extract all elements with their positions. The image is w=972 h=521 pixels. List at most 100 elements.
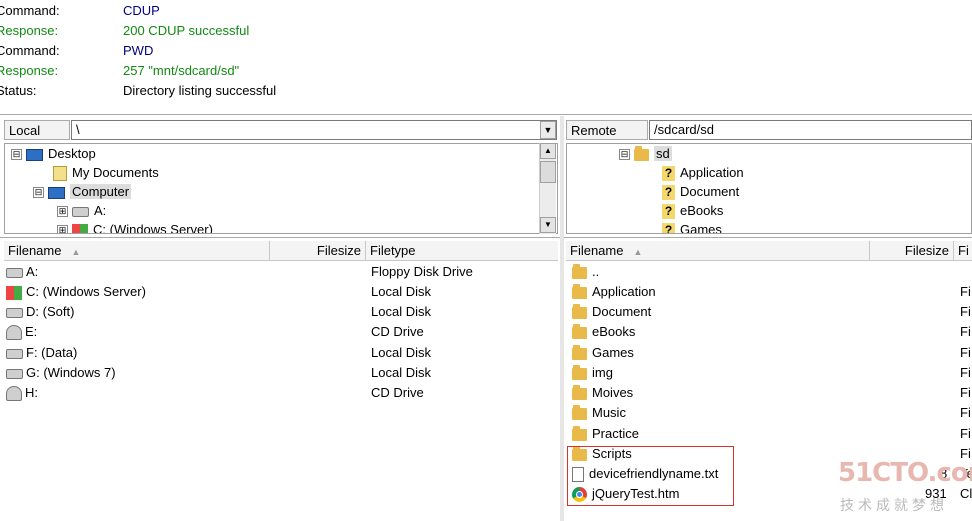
column-filetype[interactable]: Fi	[954, 241, 972, 261]
hard-disk-icon	[6, 348, 23, 359]
cd-drive-icon	[6, 386, 22, 402]
collapse-icon[interactable]: ⊟	[33, 187, 44, 199]
local-tree-scrollbar[interactable]: ▲ ▼	[539, 143, 556, 234]
computer-icon	[48, 186, 65, 199]
tree-item-a[interactable]: ⊞ A:	[57, 201, 106, 220]
file-name: Application	[592, 284, 656, 299]
file-name: E:	[25, 324, 38, 339]
tree-item-label: Computer	[70, 184, 132, 199]
log-key: Status:	[0, 83, 37, 98]
file-name: eBooks	[592, 324, 636, 339]
file-name: A:	[26, 264, 39, 279]
list-item[interactable]: ..	[572, 262, 599, 282]
list-item[interactable]: Moives	[572, 383, 633, 403]
expand-icon[interactable]: ⊞	[57, 206, 68, 218]
highlight-box	[567, 446, 734, 506]
list-item[interactable]: Document	[572, 302, 651, 322]
tree-item-label: My Documents	[72, 165, 159, 180]
local-site-input[interactable]: \	[71, 120, 557, 140]
file-name: img	[592, 365, 613, 380]
sort-ascending-icon: ▲	[633, 247, 643, 257]
scroll-up-button[interactable]: ▲	[540, 143, 556, 159]
file-type: Fi	[960, 405, 971, 420]
watermark-logo: 51CTO.com	[838, 458, 972, 488]
file-type: CD Drive	[371, 385, 424, 400]
file-name: H:	[25, 385, 38, 400]
column-filesize[interactable]: Filesize	[270, 241, 366, 261]
divider	[0, 237, 972, 238]
sort-ascending-icon: ▲	[71, 247, 81, 257]
remote-directory-tree[interactable]: ⊟ sd ? Application ? Document ? eBooks ? Game…	[566, 143, 972, 234]
tree-item-application[interactable]: ? Application	[662, 163, 744, 182]
list-item[interactable]: eBooks	[572, 322, 635, 342]
list-item[interactable]: img	[572, 363, 613, 383]
tree-item-ebooks[interactable]: ? eBooks	[662, 201, 723, 220]
scroll-thumb[interactable]	[540, 161, 556, 183]
file-type: Floppy Disk Drive	[371, 264, 473, 279]
tree-item-label: Desktop	[48, 146, 96, 161]
tree-item-computer[interactable]: ⊟ Computer	[33, 182, 132, 201]
list-item[interactable]: Games	[572, 343, 634, 363]
list-item[interactable]: D: (Soft)	[6, 302, 74, 322]
file-name: Practice	[592, 426, 639, 441]
list-item[interactable]: H:	[6, 383, 38, 403]
local-directory-tree[interactable]: ⊟ Desktop My Documents ⊟ Computer ⊞ A: ⊞ C: …	[4, 143, 558, 234]
unknown-folder-icon: ?	[662, 166, 675, 182]
file-type: Fi	[960, 345, 971, 360]
file-type: Fi	[960, 304, 971, 319]
floppy-drive-icon	[72, 206, 89, 217]
log-key: Response:	[0, 23, 59, 38]
expand-icon[interactable]: ⊞	[57, 225, 68, 233]
hard-disk-icon	[6, 307, 23, 318]
tree-item-label: A:	[94, 203, 107, 218]
folder-icon	[572, 283, 587, 299]
unknown-folder-icon: ?	[662, 223, 675, 233]
list-item[interactable]: A:	[6, 262, 38, 282]
log-value: 200 CDUP successful	[123, 23, 250, 38]
list-item[interactable]: Music	[572, 403, 626, 423]
windows-drive-icon	[6, 285, 22, 300]
folder-icon	[572, 263, 587, 279]
watermark-tagline: 技术成就梦想	[840, 497, 948, 513]
tree-item-my-documents[interactable]: My Documents	[53, 163, 159, 182]
column-filetype[interactable]: Filetype	[366, 241, 558, 261]
list-item[interactable]: C: (Windows Server)	[6, 282, 146, 302]
tree-item-games[interactable]: ? Games	[662, 220, 722, 233]
list-item[interactable]: Application	[572, 282, 656, 302]
file-type: Fi	[960, 385, 971, 400]
file-type: CD Drive	[371, 324, 424, 339]
column-filename[interactable]: Filename ▲	[566, 241, 870, 261]
local-site-dropdown-button[interactable]: ▼	[540, 121, 556, 139]
my-documents-icon	[53, 166, 67, 182]
local-list-header: Filename ▲ Filesize Filetype	[4, 241, 558, 261]
log-key: Command:	[0, 3, 60, 18]
tree-item-label: C: (Windows Server)	[93, 222, 213, 234]
tree-item-sd[interactable]: ⊟ sd	[619, 144, 672, 163]
log-key: Command:	[0, 43, 60, 58]
column-filename[interactable]: Filename ▲	[4, 241, 270, 261]
list-item[interactable]: Practice	[572, 424, 639, 444]
column-filesize[interactable]: Filesize	[870, 241, 954, 261]
windows-drive-icon	[72, 223, 88, 233]
log-value: CDUP	[123, 3, 160, 18]
vertical-splitter[interactable]	[560, 116, 564, 521]
scroll-down-button[interactable]: ▼	[540, 217, 556, 233]
tree-item-desktop[interactable]: ⊟ Desktop	[11, 144, 96, 163]
file-type: Local Disk	[371, 284, 431, 299]
list-item[interactable]: F: (Data)	[6, 343, 77, 363]
tree-item-document[interactable]: ? Document	[662, 182, 739, 201]
log-value: Directory listing successful	[123, 83, 277, 98]
file-type: Local Disk	[371, 345, 431, 360]
remote-site-input[interactable]: /sdcard/sd	[649, 120, 972, 140]
collapse-icon[interactable]: ⊟	[619, 149, 630, 161]
file-type: Fi	[960, 324, 971, 339]
collapse-icon[interactable]: ⊟	[11, 149, 22, 161]
tree-item-c[interactable]: ⊞ C: (Windows Server)	[57, 220, 213, 234]
floppy-drive-icon	[6, 267, 23, 278]
file-name: ..	[592, 264, 600, 279]
list-item[interactable]: G: (Windows 7)	[6, 363, 116, 383]
file-name: Music	[592, 405, 626, 420]
list-item[interactable]: E:	[6, 322, 37, 342]
log-value: 257 "mnt/sdcard/sd"	[123, 63, 240, 78]
file-name: Moives	[592, 385, 634, 400]
